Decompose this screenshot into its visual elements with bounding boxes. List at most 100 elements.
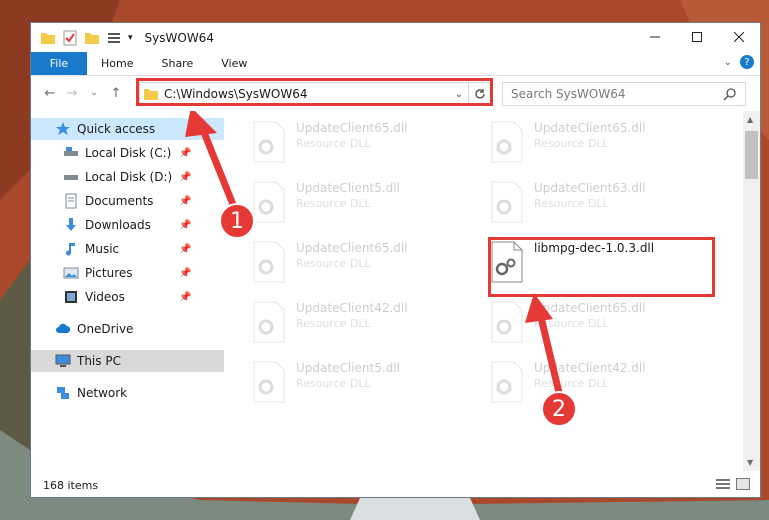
star-icon [56,122,70,135]
documents-icon [65,193,77,209]
sidebar-item-quick-access[interactable]: Quick access [31,118,224,140]
dll-file-icon [253,121,285,163]
dll-file-icon [253,361,285,403]
sidebar-item-network[interactable]: Network [31,382,224,404]
downloads-icon [66,218,76,231]
pin-icon: 📌 [179,195,192,207]
file-type: Resource DLL [296,377,371,390]
properties-icon[interactable] [62,30,78,46]
sidebar-item-music[interactable]: Music 📌 [31,238,224,260]
pin-icon: 📌 [179,243,192,255]
file-item[interactable]: UpdateClient5.dll Resource DLL [252,181,472,237]
pin-icon: 📌 [179,171,192,183]
file-name: UpdateClient65.dll [296,241,408,255]
new-folder-icon[interactable] [84,30,100,46]
sidebar-item-label: Local Disk (C:) [85,146,172,160]
recent-locations-icon[interactable]: ⌄ [83,88,105,98]
callout-1: 1 [219,203,255,239]
window-controls [634,23,760,51]
status-bar: 168 items [31,473,760,497]
sidebar-item-label: Pictures [85,266,133,280]
file-type: Resource DLL [296,257,371,270]
ribbon-right: ⌄ ? [724,55,754,69]
videos-icon [65,291,77,303]
file-item[interactable]: UpdateClient63.dll Resource DLL [490,181,710,237]
tab-home[interactable]: Home [87,52,147,75]
sidebar-item-label: Quick access [77,122,156,136]
maximize-icon [692,32,702,42]
file-type: Resource DLL [296,317,371,330]
file-item[interactable]: UpdateClient65.dll Resource DLL [252,241,472,297]
scroll-down-icon[interactable]: ▼ [747,458,753,467]
address-row: ← → ⌄ ↑ C:\Windows\SysWOW64 ⌄ Search Sys… [31,76,760,110]
file-list: UpdateClient65.dll Resource DLL UpdateCli… [224,111,738,471]
file-explorer-window: ▾ SysWOW64 File Home Share View ⌄ ? ← → … [30,22,761,498]
search-input[interactable]: Search SysWOW64 [502,82,746,106]
tab-file[interactable]: File [31,52,87,75]
file-item[interactable]: UpdateClient42.dll Resource DLL [252,301,472,357]
sidebar-item-pictures[interactable]: Pictures 📌 [31,262,224,284]
file-type: Resource DLL [296,137,371,150]
file-type: Resource DLL [534,317,609,330]
details-view-icon[interactable] [716,478,730,490]
sidebar-item-onedrive[interactable]: OneDrive [31,318,224,340]
sidebar-item-label: Documents [85,194,154,208]
scroll-thumb[interactable] [745,131,758,179]
scroll-up-icon[interactable]: ▲ [747,115,753,124]
file-name: UpdateClient5.dll [296,181,400,195]
network-icon [57,387,69,399]
large-icons-view-icon[interactable] [736,478,750,490]
drive-icon [64,175,78,180]
sidebar-item-label: Music [85,242,120,256]
sidebar-item-documents[interactable]: Documents 📌 [31,190,224,212]
back-button[interactable]: ← [39,86,61,101]
sidebar-item-label: OneDrive [77,322,134,336]
search-icon [723,88,736,101]
file-item[interactable]: UpdateClient65.dll Resource DLL [490,301,710,357]
minimize-icon [650,36,660,38]
file-item[interactable]: UpdateClient42.dll Resource DLL [490,361,710,417]
address-highlight-box [136,78,493,106]
item-count: 168 items [43,478,99,492]
quick-access-toolbar: ▾ [31,30,133,46]
sidebar-item-local-disk-d[interactable]: Local Disk (D:) 📌 [31,166,224,188]
cloud-icon [56,323,71,333]
tab-share[interactable]: Share [147,52,207,75]
navigation-pane: Quick access Local Disk (C:) 📌 Local Dis… [31,111,224,471]
sidebar-item-label: Network [77,386,128,400]
search-placeholder: Search SysWOW64 [511,87,626,101]
maximize-button[interactable] [676,23,718,51]
close-icon [734,32,744,42]
help-icon[interactable]: ? [740,55,754,69]
callout-2: 2 [541,391,577,427]
forward-button[interactable]: → [61,86,83,101]
ribbon-tabs: File Home Share View ⌄ ? [31,52,760,76]
file-highlight-box [488,237,715,297]
close-button[interactable] [718,23,760,51]
dll-file-icon [253,181,285,223]
sidebar-item-local-disk-c[interactable]: Local Disk (C:) 📌 [31,142,224,164]
minimize-button[interactable] [634,23,676,51]
music-icon [66,243,75,256]
toolbar-dropdown-icon[interactable]: ▾ [128,33,133,43]
up-button[interactable]: ↑ [105,86,127,101]
file-item[interactable]: UpdateClient65.dll Resource DLL [252,121,472,177]
file-type: Resource DLL [534,137,609,150]
vertical-scrollbar[interactable]: ▲ ▼ [743,111,760,471]
file-name: UpdateClient65.dll [534,121,646,135]
content-area: Quick access Local Disk (C:) 📌 Local Dis… [31,111,760,471]
sidebar-item-this-pc[interactable]: This PC [31,350,224,372]
file-name: UpdateClient5.dll [296,361,400,375]
window-title: SysWOW64 [144,30,214,45]
sidebar-item-label: Videos [85,290,125,304]
dll-file-icon [491,121,523,163]
sidebar-item-videos[interactable]: Videos 📌 [31,286,224,308]
expand-ribbon-icon[interactable]: ⌄ [724,57,732,68]
computer-icon [55,354,71,367]
customize-icon[interactable] [106,30,122,46]
file-item[interactable]: UpdateClient65.dll Resource DLL [490,121,710,177]
file-item[interactable]: UpdateClient5.dll Resource DLL [252,361,472,417]
tab-view[interactable]: View [207,52,261,75]
sidebar-item-downloads[interactable]: Downloads 📌 [31,214,224,236]
file-name: UpdateClient63.dll [534,181,646,195]
